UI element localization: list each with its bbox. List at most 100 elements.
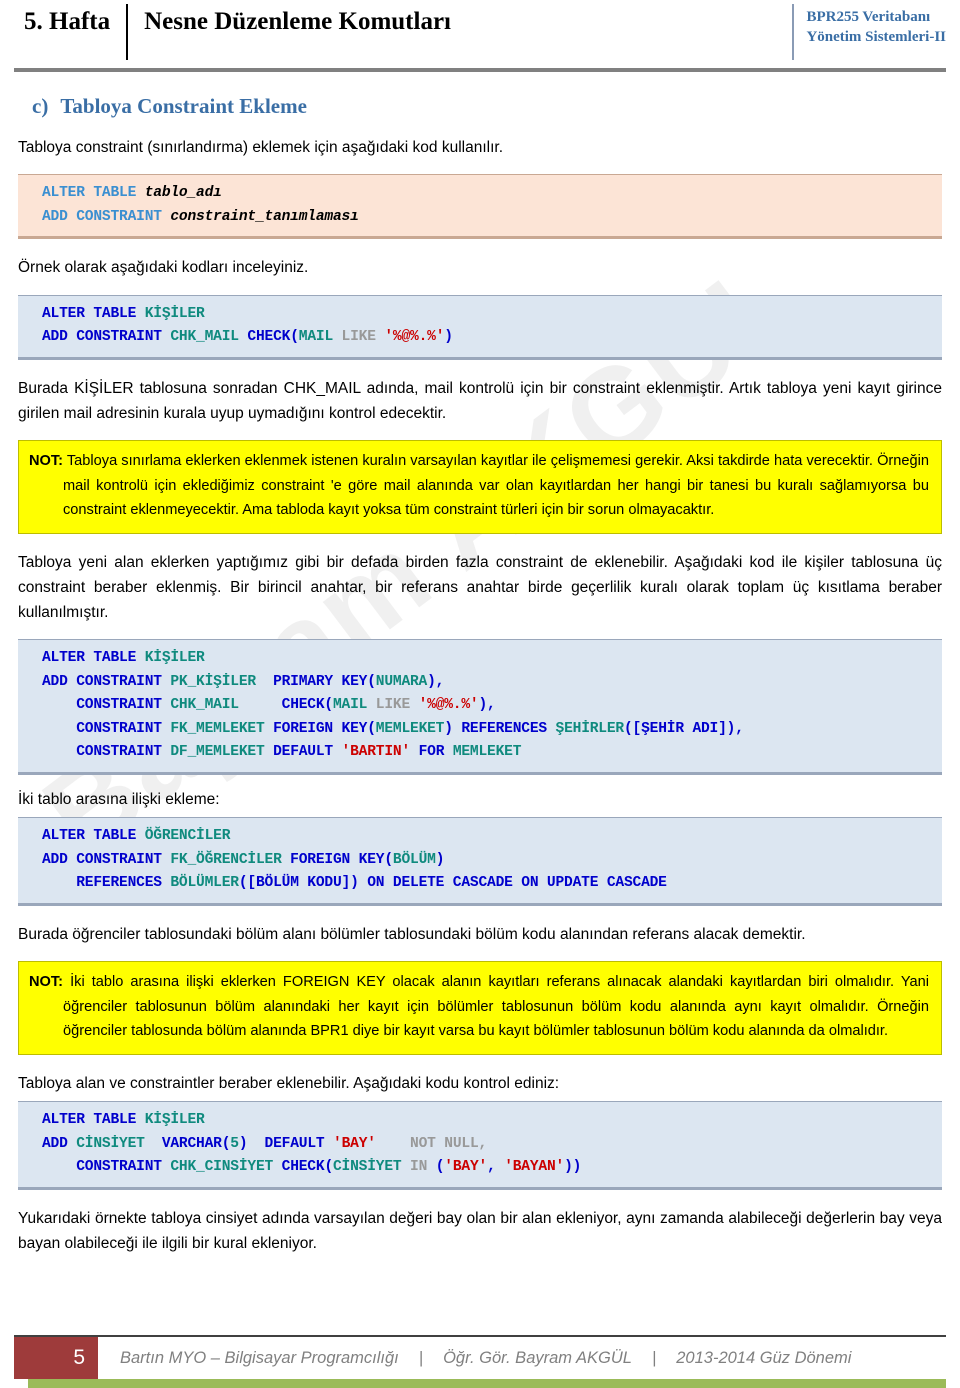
code-identifier: CİNSİYET <box>76 1135 145 1152</box>
code-punct: ( <box>367 720 376 737</box>
code-keyword: CONSTRAINT <box>42 744 171 761</box>
section-marker: c) <box>32 94 49 118</box>
code-string: '%@%.%' <box>418 697 479 714</box>
code-identifier: ÖĞRENCİLER <box>144 828 231 845</box>
code-identifier: DF_MEMLEKET <box>170 744 265 761</box>
code-punct: ( <box>367 673 376 690</box>
code-string: '%@%.%' <box>384 329 445 346</box>
code-block-constraint-syntax: ALTER TABLE tablo_adı ADD CONSTRAINT con… <box>18 174 942 240</box>
paragraph-field-constraint-lead: Tabloya alan ve constraintler beraber ek… <box>18 1074 560 1092</box>
paragraph-closing: Yukarıdaki örnekte tabloya cinsiyet adın… <box>18 1209 942 1252</box>
code-dim-keyword: NOT NULL, <box>375 1135 488 1152</box>
course-line-2: Yönetim Sistemleri-II <box>806 28 946 45</box>
code-identifier: ŞEHİRLER <box>555 720 625 737</box>
note-text: Tabloya sınırlama eklerken eklenmek iste… <box>63 453 929 519</box>
code-dim-keyword: LIKE <box>367 697 419 714</box>
code-punct: ) <box>444 720 462 737</box>
footer-separator-2: | <box>651 1348 657 1367</box>
code-identifier: PK_KİŞİLER <box>170 673 256 690</box>
code-block-cinsiyet: ALTER TABLE KİŞİLER ADD CİNSİYET VARCHAR… <box>18 1100 942 1190</box>
paragraph-intro: Tabloya constraint (sınırlandırma) eklem… <box>18 139 504 156</box>
code-keyword: ADD CONSTRAINT <box>42 208 171 225</box>
code-keyword: CONSTRAINT <box>42 720 171 737</box>
note-label: NOT: <box>29 453 64 469</box>
code-keyword: CHECK <box>273 1159 325 1176</box>
footer-institution: Bartın MYO – Bilgisayar Programcılığı <box>120 1348 399 1367</box>
code-keyword: ALTER TABLE <box>42 649 145 666</box>
code-keyword: ADD <box>42 1135 77 1152</box>
note-text: İki tablo arasına ilişki eklerken FOREIG… <box>63 974 929 1040</box>
code-string: 'BAY' <box>333 1135 376 1152</box>
code-placeholder: tablo_adı <box>144 185 222 202</box>
code-punct: ([ŞEHİR ADI]), <box>623 720 744 737</box>
code-keyword: VARCHAR <box>144 1135 222 1152</box>
code-keyword: DEFAULT <box>264 744 342 761</box>
code-keyword: ON DELETE CASCADE ON UPDATE CASCADE <box>367 875 667 892</box>
code-punct: , <box>487 1159 505 1176</box>
code-identifier: CHK_MAIL <box>170 697 239 714</box>
code-keyword: ALTER TABLE <box>42 185 145 202</box>
code-block-multi-constraint: ALTER TABLE KİŞİLER ADD CONSTRAINT PK_Kİ… <box>18 638 942 776</box>
code-punct: ([BÖLÜM KODU]) <box>238 875 368 892</box>
code-keyword: CHECK <box>238 697 325 714</box>
code-placeholder: constraint_tanımlaması <box>170 208 359 225</box>
code-identifier: CİNSİYET <box>333 1159 402 1176</box>
course-line-1: BPR255 Veritabanı <box>806 9 931 25</box>
header-course-code: BPR255 Veritabanı Yönetim Sistemleri-II <box>794 6 946 48</box>
code-identifier: MEMLEKET <box>452 744 522 761</box>
page-header: 5. Hafta Nesne Düzenleme Komutları BPR25… <box>14 0 946 66</box>
code-keyword: PRIMARY KEY <box>255 673 368 690</box>
footer-instructor: Öğr. Gör. Bayram AKGÜL <box>443 1348 632 1367</box>
section-title-text: Tabloya Constraint Ekleme <box>60 94 307 118</box>
code-keyword: REFERENCES <box>42 875 171 892</box>
code-punct: ( <box>221 1135 231 1152</box>
paragraph-after-fk: Burada öğrenciler tablosundaki bölüm ala… <box>18 926 806 944</box>
header-title: Nesne Düzenleme Komutları <box>144 8 451 35</box>
header-rule <box>14 68 946 72</box>
note-label: NOT: <box>29 974 64 991</box>
section-heading: c) Tabloya Constraint Ekleme <box>32 94 942 119</box>
code-punct: ( <box>290 329 299 346</box>
code-block-chk-mail: ALTER TABLE KİŞİLER ADD CONSTRAINT CHK_M… <box>18 294 942 360</box>
code-keyword: FOR <box>410 744 453 761</box>
code-keyword: DEFAULT <box>264 1135 334 1152</box>
code-identifier: KİŞİLER <box>144 1111 205 1128</box>
footer-separator-1: | <box>418 1348 424 1367</box>
code-identifier: NUMARA <box>375 673 428 690</box>
paragraph-example-lead: Örnek olarak aşağıdaki kodları inceleyin… <box>18 259 309 277</box>
code-dim-keyword: IN <box>401 1159 436 1176</box>
code-identifier: CHK_CINSİYET <box>170 1159 274 1176</box>
code-keyword: ADD CONSTRAINT <box>42 673 171 690</box>
code-identifier: KİŞİLER <box>144 649 205 666</box>
footer-term: 2013-2014 Güz Dönemi <box>676 1348 852 1367</box>
code-keyword: ADD CONSTRAINT <box>42 851 171 868</box>
code-punct: ) <box>444 329 453 346</box>
code-keyword: ALTER TABLE <box>42 828 145 845</box>
footer-green-bar <box>28 1379 946 1388</box>
code-punct: ( <box>324 1159 333 1176</box>
paragraph-relation-lead: İki tablo arasına ilişki ekleme: <box>18 791 220 809</box>
code-keyword: REFERENCES <box>461 720 556 737</box>
code-identifier: MAIL <box>298 329 333 346</box>
code-keyword: CONSTRAINT <box>42 1159 171 1176</box>
code-keyword: ADD CONSTRAINT <box>42 329 171 346</box>
code-identifier: KİŞİLER <box>144 305 205 322</box>
paragraph-after-chk: Burada KİŞİLER tablosuna sonradan CHK_MA… <box>18 379 942 422</box>
header-week: 5. Hafta <box>24 8 111 35</box>
document-page: 5. Hafta Nesne Düzenleme Komutları BPR25… <box>0 0 960 1388</box>
code-string: 'BAYAN' <box>504 1159 565 1176</box>
code-string: 'BAY' <box>444 1159 488 1176</box>
code-keyword: CONSTRAINT <box>42 697 171 714</box>
footer-row: 5 Bartın MYO – Bilgisayar Programcılığı … <box>14 1337 946 1379</box>
code-punct: ( <box>435 1159 445 1176</box>
code-punct: ) <box>238 1135 265 1152</box>
paragraph-multi-constraint: Tabloya yeni alan eklerken yaptığımız gi… <box>18 553 942 621</box>
code-identifier: BÖLÜM <box>392 851 436 868</box>
code-keyword: ALTER TABLE <box>42 305 145 322</box>
code-dim-keyword: LIKE <box>333 329 385 346</box>
code-keyword: FOREIGN KEY <box>281 851 385 868</box>
code-keyword: CHECK <box>238 329 291 346</box>
document-content: c) Tabloya Constraint Ekleme Tabloya cons… <box>14 94 946 1256</box>
code-punct: )) <box>564 1159 582 1176</box>
code-identifier: MEMLEKET <box>375 720 445 737</box>
